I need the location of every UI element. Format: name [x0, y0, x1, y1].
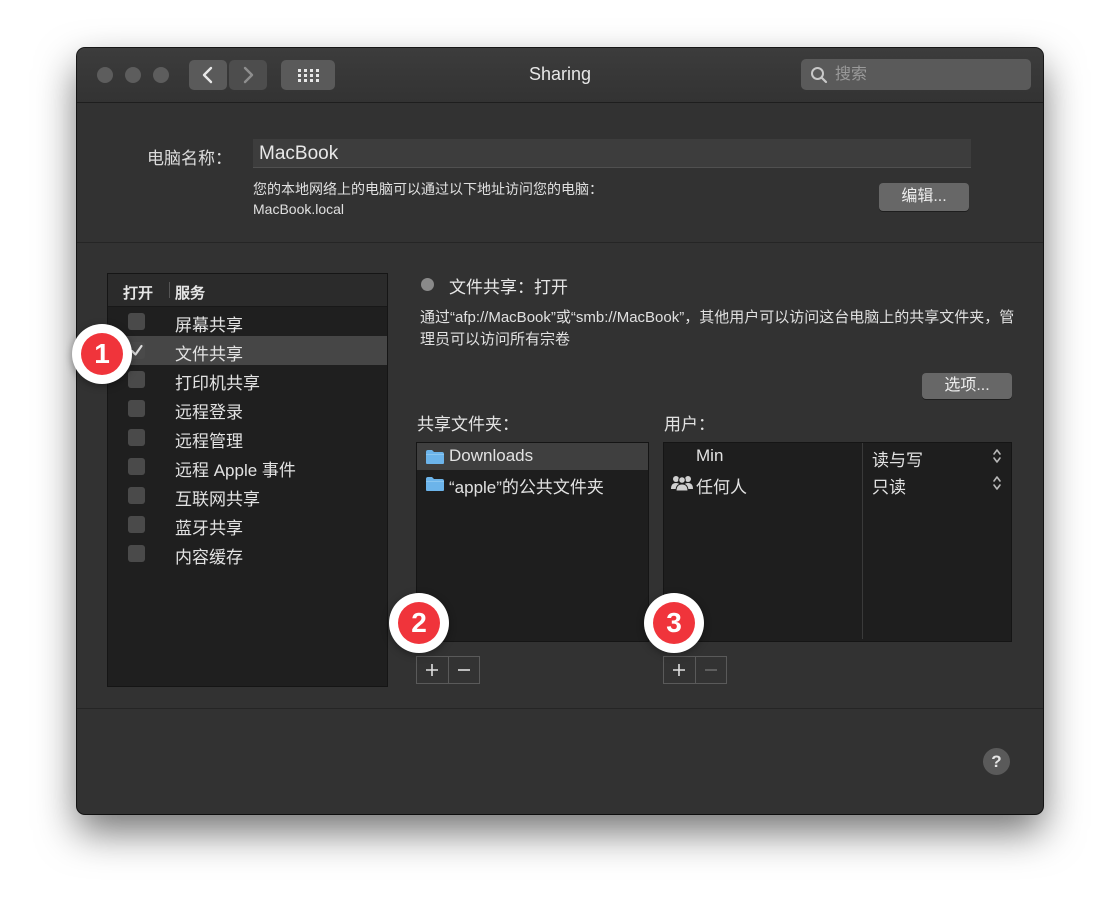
remove-folder-button[interactable]: [447, 657, 480, 683]
service-label: 远程登录: [175, 403, 243, 422]
plus-icon: [673, 664, 686, 676]
service-label: 内容缓存: [175, 548, 243, 567]
computer-name-label: 电脑名称：: [147, 149, 232, 168]
step-badge-3: 3: [644, 593, 704, 653]
step-badge-number: 2: [398, 602, 440, 644]
service-row-content-caching[interactable]: 内容缓存: [108, 539, 387, 568]
group-icon: [671, 476, 693, 492]
user-name: 任何人: [696, 478, 747, 497]
service-checkbox[interactable]: [128, 458, 145, 475]
permission-select[interactable]: 只读: [872, 473, 906, 498]
folder-icon: [426, 477, 444, 491]
sharing-window: Sharing 搜索 电脑名称： MacBook 您的本地网络上的电脑可以通过以…: [77, 48, 1043, 814]
plus-icon: [426, 664, 439, 676]
service-row-remote-apple-events[interactable]: 远程 Apple 事件: [108, 452, 387, 481]
users-list: Min 读与写 任何人 只读: [663, 442, 1012, 642]
service-row-remote-login[interactable]: 远程登录: [108, 394, 387, 423]
stepper-updown-icon[interactable]: [992, 475, 1002, 491]
minus-icon: [457, 669, 470, 671]
folder-name: “apple”的公共文件夹: [449, 478, 604, 497]
step-badge-2: 2: [389, 593, 449, 653]
step-badge-number: 3: [653, 602, 695, 644]
service-row-bluetooth-sharing[interactable]: 蓝牙共享: [108, 510, 387, 539]
search-icon: [811, 67, 828, 84]
service-label: 文件共享: [175, 345, 243, 364]
step-badge-1: 1: [72, 324, 132, 384]
help-button[interactable]: ?: [983, 748, 1010, 775]
options-button[interactable]: 选项...: [922, 373, 1012, 399]
shared-folders-label: 共享文件夹：: [417, 415, 519, 434]
shared-folder-item[interactable]: “apple”的公共文件夹: [417, 470, 648, 497]
service-checkbox[interactable]: [128, 313, 145, 330]
folder-name: Downloads: [449, 446, 534, 465]
service-label: 远程 Apple 事件: [175, 461, 296, 480]
status-indicator: [421, 278, 434, 291]
service-checkbox[interactable]: [128, 516, 145, 533]
file-sharing-description: 通过“afp://MacBook”或“smb://MacBook”，其他用户可以…: [420, 309, 1015, 348]
title-bar: Sharing 搜索: [77, 48, 1043, 103]
stepper-updown-icon[interactable]: [992, 448, 1002, 464]
service-label: 打印机共享: [175, 374, 260, 393]
service-label: 屏幕共享: [175, 316, 243, 335]
users-label: 用户：: [664, 415, 715, 434]
user-row-everyone[interactable]: 任何人 只读: [664, 470, 1011, 497]
folder-icon: [426, 450, 444, 464]
service-row-internet-sharing[interactable]: 互联网共享: [108, 481, 387, 510]
service-row-file-sharing[interactable]: 文件共享: [108, 336, 387, 365]
column-on: 打开: [123, 285, 154, 302]
shared-folder-item[interactable]: Downloads: [417, 443, 648, 470]
address-description: 您的本地网络上的电脑可以通过以下地址访问您的电脑：: [253, 181, 603, 197]
step-badge-number: 1: [81, 333, 123, 375]
service-row-printer-sharing[interactable]: 打印机共享: [108, 365, 387, 394]
search-placeholder: 搜索: [835, 66, 868, 83]
folder-add-remove-control: [416, 656, 480, 684]
user-add-remove-control: [663, 656, 727, 684]
services-header: 打开 服务: [108, 274, 387, 307]
add-user-button[interactable]: [664, 657, 695, 683]
user-name: Min: [696, 446, 724, 465]
service-checkbox[interactable]: [128, 429, 145, 446]
remove-user-button[interactable]: [694, 657, 727, 683]
minus-icon: [704, 669, 717, 671]
divider-top: [77, 242, 1043, 243]
column-service: 服务: [175, 285, 206, 302]
address-hostname: MacBook.local: [253, 201, 345, 217]
service-label: 蓝牙共享: [175, 519, 243, 538]
service-row-remote-management[interactable]: 远程管理: [108, 423, 387, 452]
service-checkbox[interactable]: [128, 400, 145, 417]
service-row-screen-sharing[interactable]: 屏幕共享: [108, 307, 387, 336]
services-list: 打开 服务 屏幕共享 文件共享 打印机共享 远程登录 远程管理 远程 Apple…: [107, 273, 388, 687]
service-checkbox[interactable]: [128, 487, 145, 504]
divider-bottom: [77, 708, 1043, 709]
column-separator: [169, 282, 170, 298]
edit-button[interactable]: 编辑...: [879, 183, 969, 211]
search-input[interactable]: 搜索: [801, 59, 1031, 90]
service-label: 互联网共享: [175, 490, 260, 509]
service-label: 远程管理: [175, 432, 243, 451]
file-sharing-status: 文件共享：打开: [449, 278, 568, 297]
user-row-min[interactable]: Min 读与写: [664, 443, 1011, 470]
add-folder-button[interactable]: [417, 657, 448, 683]
service-checkbox[interactable]: [128, 545, 145, 562]
computer-name-field[interactable]: MacBook: [253, 139, 971, 168]
service-checkbox[interactable]: [128, 371, 145, 388]
shared-folders-list: Downloads “apple”的公共文件夹: [416, 442, 649, 642]
permission-select[interactable]: 读与写: [872, 446, 923, 471]
